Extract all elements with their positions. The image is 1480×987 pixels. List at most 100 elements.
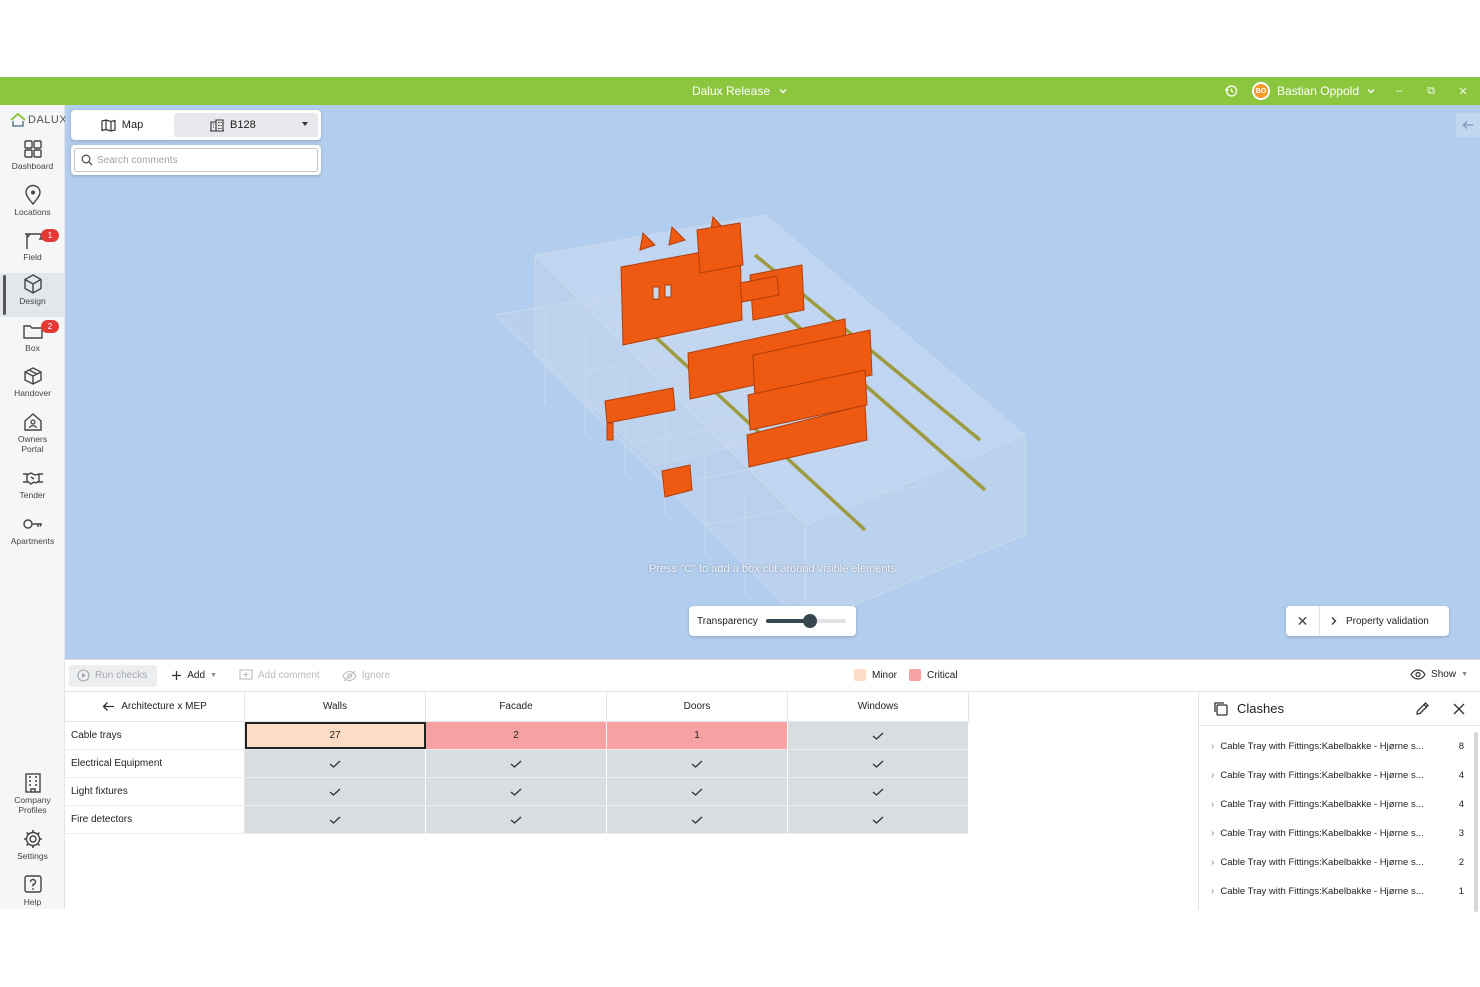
- plus-icon: [172, 671, 182, 680]
- show-menu-button[interactable]: Show ▼: [1410, 669, 1468, 680]
- matrix-cell[interactable]: [607, 778, 788, 805]
- matrix-row-label: Fire detectors: [65, 806, 245, 833]
- play-icon: [77, 669, 90, 682]
- clash-item-label: Cable Tray with Fittings:Kabelbakke - Hj…: [1220, 741, 1424, 752]
- matrix-cell[interactable]: 2: [426, 722, 607, 749]
- minimize-button[interactable]: –: [1390, 85, 1408, 97]
- clash-list-item[interactable]: › Cable Tray with Fittings:Kabelbakke - H…: [1199, 761, 1480, 790]
- sidebar-item-handover[interactable]: Handover: [0, 365, 65, 409]
- sidebar-item-company-profiles[interactable]: Company Profiles: [0, 772, 65, 824]
- transparency-slider[interactable]: [765, 614, 846, 628]
- matrix-cell[interactable]: 27: [245, 722, 426, 749]
- add-comment-icon: [239, 669, 253, 680]
- sidebar-item-help[interactable]: Help: [0, 874, 65, 918]
- matrix-row-label: Electrical Equipment: [65, 750, 245, 777]
- close-window-button[interactable]: ✕: [1454, 85, 1472, 98]
- matrix-cell[interactable]: [788, 778, 969, 805]
- sidebar-item-box[interactable]: 2 Box: [0, 320, 65, 364]
- copy-icon: [1214, 701, 1228, 716]
- search-input[interactable]: [97, 154, 297, 166]
- close-icon[interactable]: [1452, 702, 1466, 716]
- matrix-cell[interactable]: 1: [607, 722, 788, 749]
- arrow-left-icon: [1462, 121, 1473, 129]
- history-icon[interactable]: [1224, 84, 1238, 98]
- gear-icon: [23, 830, 42, 848]
- clash-item-label: Cable Tray with Fittings:Kabelbakke - Hj…: [1220, 857, 1424, 868]
- matrix-row: Cable trays 27 2 1: [65, 722, 969, 750]
- matrix-cell[interactable]: [607, 750, 788, 777]
- building-model[interactable]: [65, 105, 1480, 659]
- building-selector[interactable]: B128: [174, 113, 318, 137]
- comment-search: [71, 145, 321, 175]
- clash-list-item[interactable]: › Cable Tray with Fittings:Kabelbakke - H…: [1199, 819, 1480, 848]
- clash-item-label: Cable Tray with Fittings:Kabelbakke - Hj…: [1220, 828, 1424, 839]
- clashes-title: Clashes: [1237, 701, 1284, 716]
- caret-down-icon: [302, 122, 308, 126]
- logo-text: DALUX: [28, 114, 68, 126]
- chevron-right-icon: ›: [1211, 770, 1215, 781]
- clashes-panel: Clashes › Cable Tray with Fittings:Kabelb…: [1198, 692, 1480, 912]
- dalux-logo-icon: [10, 113, 26, 127]
- matrix-cell[interactable]: [426, 750, 607, 777]
- check-icon: [691, 760, 703, 768]
- property-validation-label: Property validation: [1346, 615, 1429, 627]
- add-button[interactable]: Add ▼: [171, 670, 217, 681]
- critical-label: Critical: [927, 669, 958, 681]
- ignore-button[interactable]: Ignore: [342, 670, 390, 682]
- model-viewport[interactable]: Map B128 Press "C" to add a box cut arou…: [65, 105, 1480, 659]
- matrix-cell[interactable]: [245, 750, 426, 777]
- clash-list-scrollbar[interactable]: [1474, 732, 1478, 912]
- matrix-cell[interactable]: [426, 806, 607, 833]
- map-tab[interactable]: Map: [74, 113, 170, 137]
- matrix-cell[interactable]: [245, 778, 426, 805]
- field-badge: 1: [41, 229, 59, 242]
- matrix-cell[interactable]: [607, 806, 788, 833]
- map-label: Map: [121, 119, 144, 131]
- check-icon: [510, 816, 522, 824]
- matrix-cell[interactable]: [426, 778, 607, 805]
- back-to-overview-button[interactable]: Architecture x MEP: [65, 692, 245, 721]
- collapse-panel-button[interactable]: [1456, 113, 1480, 137]
- run-checks-button[interactable]: Run checks: [69, 664, 158, 687]
- sidebar-item-apartments[interactable]: Apartments: [0, 513, 65, 557]
- edit-icon[interactable]: [1415, 701, 1430, 716]
- handshake-icon: [22, 472, 43, 485]
- sidebar-item-owners-portal[interactable]: Owners Portal: [0, 411, 65, 463]
- matrix-body: Cable trays 27 2 1 Electrical Equipment Light…: [65, 722, 969, 834]
- matrix-cell[interactable]: [788, 722, 969, 749]
- clash-list-item[interactable]: › Cable Tray with Fittings:Kabelbakke - H…: [1199, 848, 1480, 877]
- clash-list-item[interactable]: › Cable Tray with Fittings:Kabelbakke - H…: [1199, 732, 1480, 761]
- sidebar-item-design[interactable]: Design: [0, 273, 65, 317]
- check-icon: [872, 732, 884, 740]
- clash-list-item[interactable]: › Cable Tray with Fittings:Kabelbakke - H…: [1199, 790, 1480, 819]
- property-validation-toggle[interactable]: Property validation: [1320, 616, 1429, 627]
- restore-button[interactable]: ⧉: [1422, 85, 1440, 98]
- clash-list-item[interactable]: › Cable Tray with Fittings:Kabelbakke - H…: [1199, 877, 1480, 906]
- transparency-control: Transparency: [689, 606, 856, 636]
- caret-down-icon: ▼: [210, 672, 217, 679]
- matrix-cell[interactable]: [245, 806, 426, 833]
- location-pin-icon: [24, 184, 41, 206]
- sidebar-item-locations[interactable]: Locations: [0, 184, 65, 228]
- close-property-validation-button[interactable]: ✕: [1286, 606, 1320, 636]
- transparency-slider-handle[interactable]: [802, 614, 817, 628]
- arrow-left-icon: [102, 702, 115, 711]
- matrix-cell[interactable]: [788, 806, 969, 833]
- column-header-walls: Walls: [245, 692, 426, 721]
- user-menu[interactable]: BO Bastian Oppold: [1251, 82, 1376, 100]
- sidebar-item-settings[interactable]: Settings: [0, 828, 65, 872]
- sidebar-item-dashboard[interactable]: Dashboard: [0, 138, 65, 182]
- sidebar-item-tender[interactable]: Tender: [0, 467, 65, 511]
- clash-item-count: 1: [1458, 886, 1464, 897]
- sidebar-item-label: Company Profiles: [14, 795, 51, 815]
- app-window: Dalux Release BO Bastian Oppold – ⧉ ✕ DA…: [0, 77, 1480, 912]
- box-icon: [23, 367, 42, 385]
- matrix-cell[interactable]: [788, 750, 969, 777]
- add-comment-button[interactable]: Add comment: [239, 669, 320, 682]
- crane-icon: [24, 233, 43, 249]
- sidebar-item-label: Apartments: [10, 536, 55, 546]
- check-icon: [691, 816, 703, 824]
- sidebar-item-field[interactable]: 1 Field: [0, 229, 65, 273]
- building-label: B128: [230, 119, 256, 131]
- check-icon: [329, 788, 341, 796]
